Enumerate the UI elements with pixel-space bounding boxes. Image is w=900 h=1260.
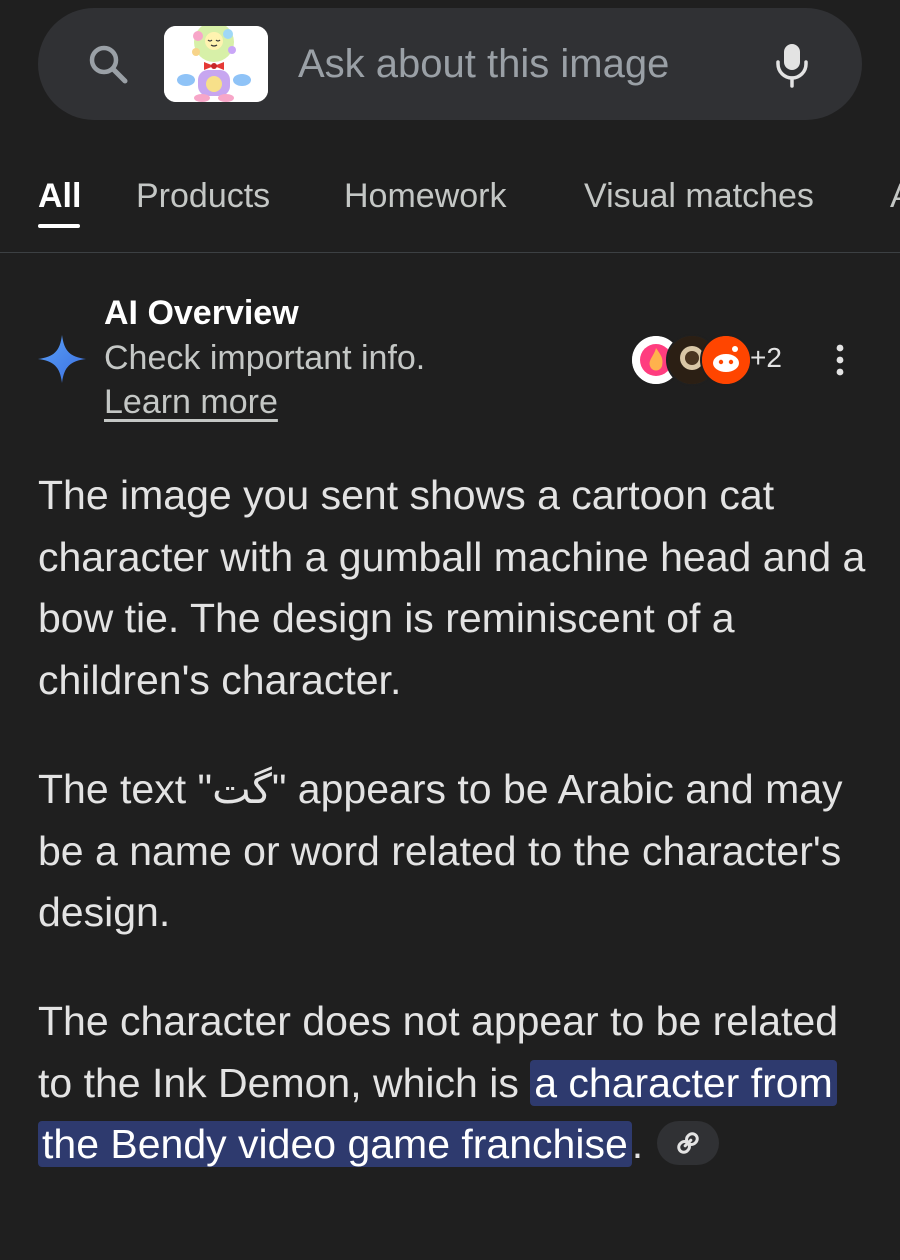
answer-paragraph-1: The image you sent shows a cartoon cat c… [38, 472, 866, 703]
cartoon-cat-thumbnail [164, 26, 268, 102]
tab-overflow[interactable]: A [890, 176, 900, 216]
sparkle-icon [38, 335, 86, 383]
mic-icon[interactable] [770, 40, 814, 88]
source-avatar-3 [700, 334, 752, 386]
ai-overview-title: AI Overview [104, 294, 299, 332]
tabs-divider [0, 252, 900, 253]
more-vert-icon[interactable] [826, 342, 854, 378]
search-input[interactable]: Ask about this image [298, 40, 669, 88]
answer-paragraph-3: The character does not appear to be rela… [38, 991, 868, 1176]
search-tabs: All Products Homework Visual matches A [0, 166, 900, 252]
search-bar[interactable]: Ask about this image [38, 8, 862, 120]
learn-more-link[interactable]: Learn more [104, 382, 278, 422]
page: Ask about this image All Products Homewo… [0, 0, 900, 1260]
source-avatars[interactable]: +2 [630, 334, 790, 386]
link-icon [677, 1132, 699, 1154]
search-icon[interactable] [84, 40, 132, 88]
tab-homework[interactable]: Homework [344, 176, 506, 216]
answer-paragraph-3-end: . [631, 1121, 644, 1167]
ai-overview-subtitle: Check important info. [104, 339, 426, 377]
tab-all[interactable]: All [38, 176, 81, 216]
query-image-thumbnail[interactable] [164, 26, 268, 102]
answer-paragraph-2: The text "گت" appears to be Arabic and m… [38, 766, 843, 935]
active-tab-indicator [38, 224, 80, 228]
tab-products[interactable]: Products [136, 176, 270, 216]
sources-more-count: +2 [750, 342, 782, 373]
citation-link-button[interactable] [657, 1121, 720, 1166]
tab-visual-matches[interactable]: Visual matches [584, 176, 814, 216]
